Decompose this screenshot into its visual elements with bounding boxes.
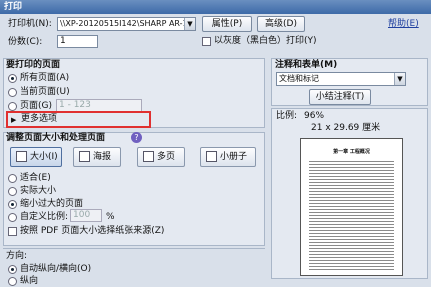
page-range-value: 1 - 123 [59, 100, 91, 110]
custom-scale-radio[interactable] [8, 213, 17, 222]
advanced-button[interactable]: 高级(D) [257, 16, 305, 32]
pages-header: 要打印的页面 [6, 60, 61, 70]
properties-button[interactable]: 属性(P) [202, 16, 252, 32]
copies-input[interactable]: 1 [57, 35, 98, 48]
all-pages-radio[interactable] [8, 74, 17, 83]
page-handling-header: 调整页面大小和处理页面 [6, 133, 106, 143]
divider [3, 248, 265, 249]
grayscale-checkbox[interactable] [202, 37, 211, 46]
poster-tab-label: 海报 [93, 152, 112, 162]
auto-orientation-radio[interactable] [8, 265, 17, 274]
poster-icon [79, 151, 90, 162]
custom-scale-value: 100 [73, 210, 91, 220]
summarize-comments-button[interactable]: 小结注释(T) [309, 89, 371, 105]
size-icon [16, 151, 27, 162]
actual-size-label: 实际大小 [20, 186, 57, 196]
fit-radio[interactable] [8, 174, 17, 183]
auto-orientation-label: 自动纵向/横向(O) [20, 264, 92, 274]
poster-tab-button[interactable]: 海报 [73, 147, 121, 167]
size-tab-label: 大小(I) [30, 152, 58, 162]
help-link[interactable]: 帮助(E) [388, 18, 419, 30]
help-icon[interactable]: ? [131, 132, 142, 143]
expand-triangle-icon[interactable]: ▶ [11, 114, 16, 126]
multiple-tab-button[interactable]: 多页 [137, 147, 185, 167]
more-options-label[interactable]: 更多选项 [21, 113, 57, 125]
multiple-tab-label: 多页 [157, 152, 176, 162]
printer-value: \\XP-20120515I142\SHARP AR-1808S ... [60, 19, 195, 28]
comments-value: 文档和标记 [279, 74, 319, 83]
fit-label: 适合(E) [20, 173, 51, 183]
actual-size-radio[interactable] [8, 187, 17, 196]
shrink-radio[interactable] [8, 200, 17, 209]
custom-scale-input[interactable]: 100 [70, 209, 102, 222]
paper-source-checkbox[interactable] [8, 227, 17, 236]
chevron-down-icon[interactable]: ▼ [394, 73, 405, 85]
current-page-label: 当前页面(U) [20, 87, 70, 97]
page-range-radio[interactable] [8, 102, 17, 111]
printer-label: 打印机(N): [8, 19, 52, 29]
printer-select[interactable]: \\XP-20120515I142\SHARP AR-1808S ... ▼ [57, 17, 196, 31]
grayscale-label: 以灰度（黑白色）打印(Y) [214, 36, 317, 46]
portrait-label: 纵向 [20, 276, 39, 286]
size-tab-button[interactable]: 大小(I) [10, 147, 62, 167]
comments-header: 注释和表单(M) [275, 60, 338, 70]
preview-page: 第一章 工程概况 [300, 138, 403, 276]
booklet-icon [206, 151, 217, 162]
paper-source-label: 按照 PDF 页面大小选择纸张来源(Z) [20, 226, 165, 236]
page-size-text: 21 x 29.69 厘米 [311, 123, 381, 133]
preview-heading: 第一章 工程概况 [333, 149, 370, 155]
multiple-pages-icon [143, 151, 154, 162]
preview-text-lines [309, 159, 394, 271]
current-page-radio[interactable] [8, 88, 17, 97]
comments-select[interactable]: 文档和标记 ▼ [276, 72, 406, 86]
window-title: 打印 [0, 0, 431, 14]
percent-label: % [106, 212, 115, 222]
booklet-tab-label: 小册子 [220, 152, 248, 162]
scale-value: 96% [304, 111, 325, 121]
copies-value: 1 [60, 36, 66, 46]
booklet-tab-button[interactable]: 小册子 [200, 147, 256, 167]
chevron-down-icon[interactable]: ▼ [184, 18, 195, 30]
all-pages-label: 所有页面(A) [20, 73, 70, 83]
orientation-header: 方向: [6, 251, 28, 261]
copies-label: 份数(C): [8, 37, 43, 47]
scale-label: 比例: [276, 111, 298, 121]
custom-scale-label: 自定义比例: [20, 212, 69, 222]
